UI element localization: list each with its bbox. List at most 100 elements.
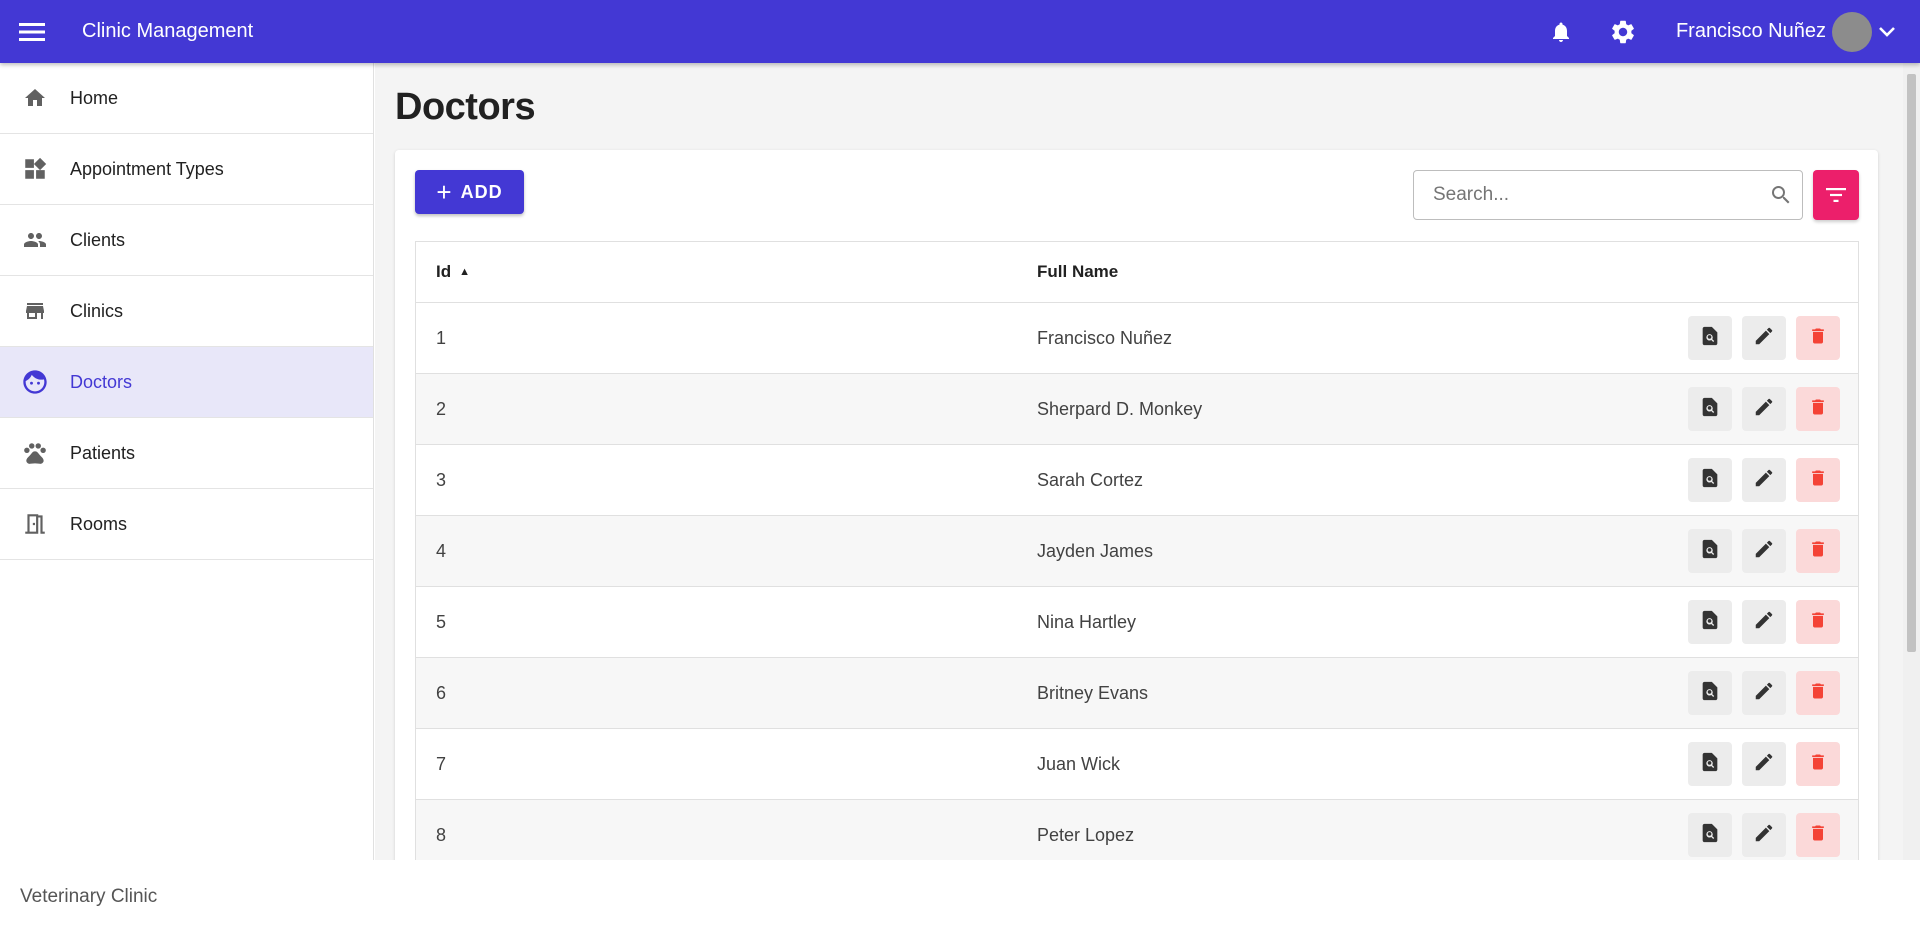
row-actions: [1688, 671, 1858, 715]
row-actions: [1688, 316, 1858, 360]
edit-button[interactable]: [1742, 813, 1786, 857]
cell-id: 6: [436, 682, 447, 703]
edit-button[interactable]: [1742, 458, 1786, 502]
delete-button[interactable]: [1796, 671, 1840, 715]
trash-icon: [1808, 751, 1828, 778]
pencil-icon: [1753, 609, 1775, 636]
table-body: 1 Francisco Nuñez 2 Sherpard D. Monkey 3 Sara…: [416, 303, 1858, 860]
sidebar-item-appointment-types[interactable]: Appointment Types: [0, 134, 373, 205]
scrollbar-thumb[interactable]: [1907, 74, 1916, 652]
sidebar-item-label: Rooms: [70, 513, 128, 534]
table-row: 3 Sarah Cortez: [416, 445, 1858, 516]
bell-icon: [1552, 22, 1569, 42]
view-button[interactable]: [1688, 387, 1732, 431]
view-button[interactable]: [1688, 529, 1732, 573]
doctors-card: + ADD Id ▲ Full Name 1 Francisco Nuñez 2 Sh…: [395, 150, 1878, 860]
view-button[interactable]: [1688, 600, 1732, 644]
face-icon: [0, 368, 70, 396]
table-row: 5 Nina Hartley: [416, 587, 1858, 658]
sidebar-item-home[interactable]: Home: [0, 63, 373, 134]
edit-button[interactable]: [1742, 316, 1786, 360]
search-input[interactable]: [1414, 171, 1760, 219]
row-actions: [1688, 813, 1858, 857]
pencil-icon: [1753, 822, 1775, 849]
cell-id: 1: [436, 327, 447, 348]
filter-button[interactable]: [1813, 170, 1859, 220]
trash-icon: [1808, 609, 1828, 636]
cell-id: 5: [436, 611, 447, 632]
user-menu[interactable]: Francisco Nuñez: [1676, 0, 1896, 63]
edit-button[interactable]: [1742, 671, 1786, 715]
cell-id: 7: [436, 753, 447, 774]
pencil-icon: [1753, 396, 1775, 423]
sidebar-item-clinics[interactable]: Clinics: [0, 276, 373, 347]
sidebar-item-label: Doctors: [70, 371, 133, 392]
sidebar-item-rooms[interactable]: Rooms: [0, 489, 373, 560]
trash-icon: [1808, 396, 1828, 423]
cell-full-name: Francisco Nuñez: [1037, 327, 1173, 348]
notifications-button[interactable]: [1530, 0, 1592, 63]
row-actions: [1688, 600, 1858, 644]
edit-button[interactable]: [1742, 742, 1786, 786]
widgets-icon: [0, 156, 70, 182]
delete-button[interactable]: [1796, 600, 1840, 644]
footer-text: Veterinary Clinic: [20, 885, 158, 907]
add-button[interactable]: + ADD: [415, 170, 524, 214]
page-title: Doctors: [395, 86, 536, 128]
trash-icon: [1808, 822, 1828, 849]
view-button[interactable]: [1688, 813, 1732, 857]
row-actions: [1688, 458, 1858, 502]
sidebar-item-patients[interactable]: Patients: [0, 418, 373, 489]
trash-icon: [1808, 680, 1828, 707]
menu-button[interactable]: [0, 0, 63, 63]
cell-id: 2: [436, 398, 447, 419]
cell-full-name: Nina Hartley: [1037, 611, 1137, 632]
sidebar-item-label: Clinics: [70, 300, 124, 321]
edit-button[interactable]: [1742, 529, 1786, 573]
footer: Veterinary Clinic: [0, 860, 1920, 933]
column-header-id[interactable]: Id ▲: [416, 262, 1037, 282]
app-title: Clinic Management: [82, 20, 254, 42]
people-icon: [0, 228, 70, 252]
delete-button[interactable]: [1796, 316, 1840, 360]
delete-button[interactable]: [1796, 458, 1840, 502]
edit-button[interactable]: [1742, 387, 1786, 431]
find-in-page-icon: [1699, 325, 1721, 352]
chevron-down-icon: [1878, 26, 1896, 38]
sidebar-item-label: Patients: [70, 442, 136, 463]
doctors-table: Id ▲ Full Name 1 Francisco Nuñez 2 Sherpard…: [415, 241, 1859, 860]
user-name: Francisco Nuñez: [1675, 20, 1826, 42]
pencil-icon: [1753, 751, 1775, 778]
row-actions: [1688, 529, 1858, 573]
menu-icon: [18, 22, 45, 41]
view-button[interactable]: [1688, 742, 1732, 786]
view-button[interactable]: [1688, 671, 1732, 715]
delete-button[interactable]: [1796, 742, 1840, 786]
edit-button[interactable]: [1742, 600, 1786, 644]
find-in-page-icon: [1699, 822, 1721, 849]
search-icon[interactable]: [1760, 183, 1802, 207]
store-icon: [0, 299, 70, 323]
trash-icon: [1808, 538, 1828, 565]
view-button[interactable]: [1688, 458, 1732, 502]
delete-button[interactable]: [1796, 387, 1840, 431]
door-icon: [0, 511, 70, 537]
home-icon: [0, 86, 70, 110]
delete-button[interactable]: [1796, 813, 1840, 857]
sidebar-item-clients[interactable]: Clients: [0, 205, 373, 276]
sidebar-item-doctors[interactable]: Doctors: [0, 347, 373, 418]
table-header: Id ▲ Full Name: [416, 242, 1858, 303]
pencil-icon: [1753, 680, 1775, 707]
row-actions: [1688, 387, 1858, 431]
row-actions: [1688, 742, 1858, 786]
column-header-full-name[interactable]: Full Name: [1037, 262, 1858, 282]
settings-button[interactable]: [1592, 0, 1654, 63]
delete-button[interactable]: [1796, 529, 1840, 573]
view-button[interactable]: [1688, 316, 1732, 360]
find-in-page-icon: [1699, 609, 1721, 636]
sidebar: Home Appointment Types Clients Clinics D…: [0, 63, 374, 860]
filter-list-icon: [1826, 188, 1846, 202]
table-row: 2 Sherpard D. Monkey: [416, 374, 1858, 445]
find-in-page-icon: [1699, 538, 1721, 565]
gear-icon: [1612, 20, 1634, 43]
